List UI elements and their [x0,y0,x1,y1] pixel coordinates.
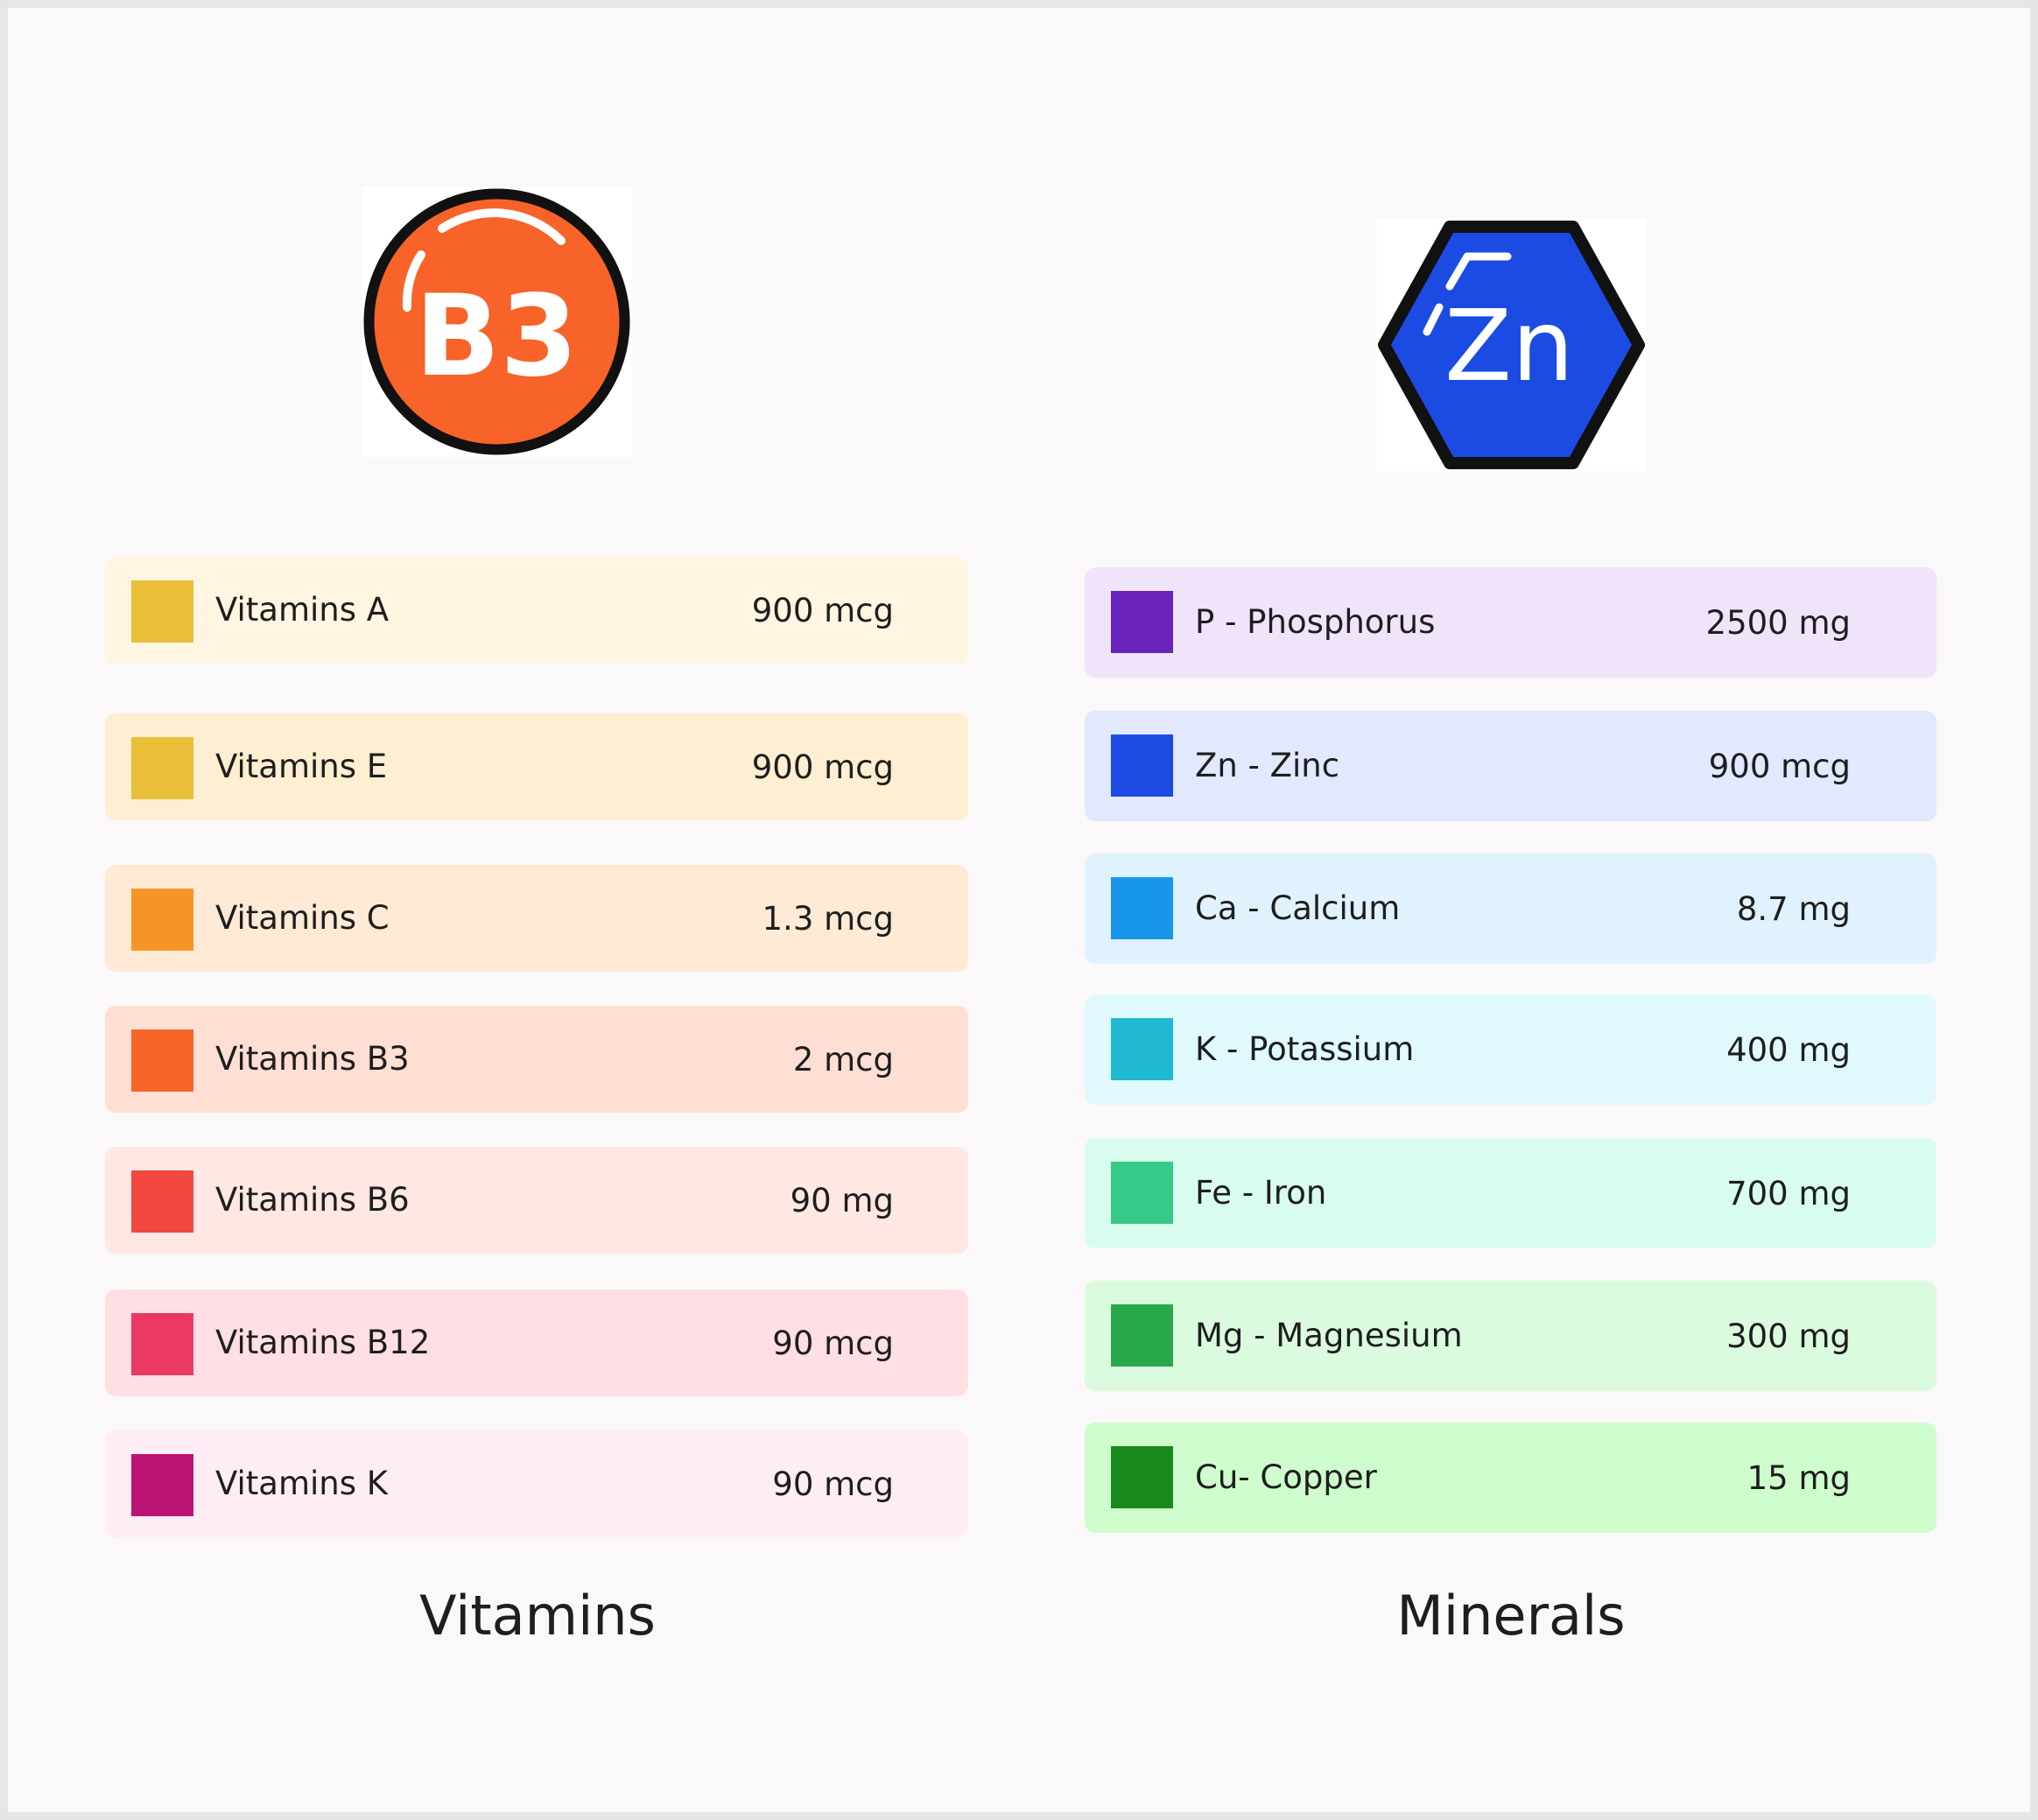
color-swatch [1111,734,1173,797]
vitamins-label: Vitamins E [215,748,388,785]
color-swatch [1111,1162,1173,1224]
vitamins-amount: 1.3 mcg [762,899,894,938]
vitamins-amount: 900 mcg [751,748,894,786]
minerals-amount: 400 mg [1726,1030,1851,1069]
minerals-amount: 300 mg [1726,1317,1851,1355]
vitamins-amount: 90 mg [790,1181,894,1219]
minerals-amount: 900 mcg [1708,747,1851,785]
vitamins-label: Vitamins B3 [215,1040,410,1078]
minerals-row: Ca - Calcium 8.7 mg [1085,854,1936,964]
vitamins-amount: 2 mcg [792,1040,894,1079]
color-swatch [131,737,193,799]
minerals-label: K - Potassium [1195,1030,1415,1068]
minerals-row: Mg - Magnesium 300 mg [1085,1281,1936,1391]
minerals-label: P - Phosphorus [1195,603,1436,641]
zinc-icon: Zn [1376,218,1647,472]
minerals-row: P - Phosphorus 2500 mg [1085,567,1936,678]
vitamins-row: Vitamins E 900 mcg [105,713,968,820]
color-swatch [131,1170,193,1233]
color-swatch [1111,1304,1173,1367]
vitamins-row: Vitamins C 1.3 mcg [105,865,968,972]
infographic-canvas: B3 Zn Vitamins A 900 mcg Vitamins E 900 mcg… [8,8,2030,1812]
color-swatch [1111,1446,1173,1508]
vitamins-label: Vitamins C [215,899,390,937]
vitamins-row: Vitamins A 900 mcg [105,557,968,664]
minerals-label: Ca - Calcium [1195,889,1401,927]
color-swatch [1111,877,1173,939]
minerals-amount: 2500 mg [1705,603,1851,642]
vitamins-row: Vitamins B12 90 mcg [105,1289,968,1396]
minerals-row: K - Potassium 400 mg [1085,994,1936,1105]
color-swatch [131,1029,193,1092]
vitamins-amount: 900 mcg [751,591,894,629]
minerals-amount: 15 mg [1746,1458,1851,1497]
minerals-row: Zn - Zinc 900 mcg [1085,711,1936,821]
color-swatch [131,889,193,951]
minerals-amount: 8.7 mg [1736,889,1851,928]
minerals-label: Fe - Iron [1195,1174,1327,1212]
vitamins-label: Vitamins A [215,591,390,629]
color-swatch [131,1454,193,1516]
minerals-row: Cu- Copper 15 mg [1085,1423,1936,1533]
vitamins-amount: 90 mcg [772,1465,894,1503]
vitamins-row: Vitamins K 90 mcg [105,1430,968,1537]
vitamin-b3-icon-text: B3 [415,271,579,402]
vitamins-title: Vitamins [419,1584,656,1648]
color-swatch [1111,591,1173,653]
minerals-label: Mg - Magnesium [1195,1317,1463,1354]
vitamins-label: Vitamins B12 [215,1324,431,1361]
color-swatch [131,580,193,643]
color-swatch [1111,1018,1173,1080]
vitamins-row: Vitamins B3 2 mcg [105,1006,968,1113]
vitamin-b3-icon: B3 [362,186,632,457]
vitamins-label: Vitamins B6 [215,1181,410,1219]
minerals-title: Minerals [1396,1584,1626,1648]
minerals-label: Cu- Copper [1195,1458,1377,1496]
minerals-label: Zn - Zinc [1195,747,1340,784]
vitamins-row: Vitamins B6 90 mg [105,1147,968,1254]
color-swatch [131,1313,193,1375]
minerals-row: Fe - Iron 700 mg [1085,1138,1936,1248]
minerals-amount: 700 mg [1726,1174,1851,1212]
vitamins-label: Vitamins K [215,1465,389,1502]
zinc-icon-text: Zn [1444,290,1574,404]
vitamins-amount: 90 mcg [772,1324,894,1362]
